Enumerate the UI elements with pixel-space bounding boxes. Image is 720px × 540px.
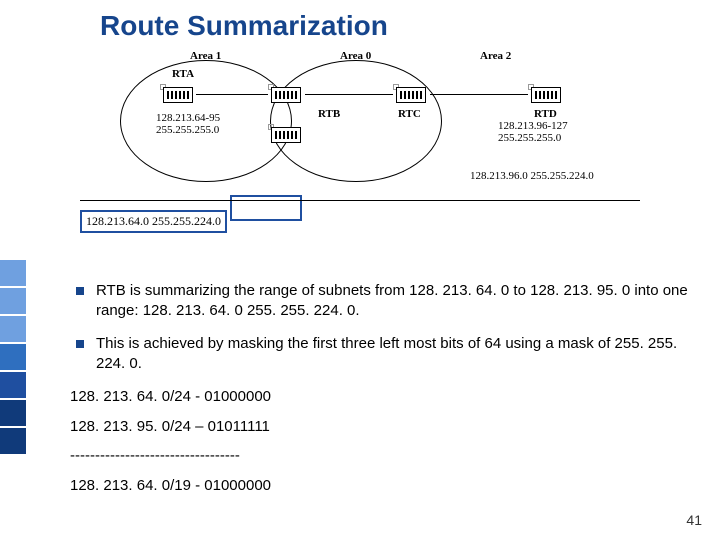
router-c-net [393, 84, 399, 90]
router-icon [531, 87, 561, 103]
router-b-net2 [268, 124, 274, 130]
router-a-subnets: 128.213.64-95 255.255.255.0 [156, 112, 220, 136]
slide-title: Route Summarization [100, 10, 388, 42]
router-icon [271, 87, 301, 103]
baseline [80, 200, 640, 201]
calc-line-2: 128. 213. 95. 0/24 – 01011111 [70, 417, 690, 437]
area-0-boundary [270, 60, 442, 182]
empty-highlight-box [230, 195, 302, 221]
summary-left-box: 128.213.64.0 255.255.224.0 [80, 210, 227, 233]
calc-line-1: 128. 213. 64. 0/24 - 01000000 [70, 387, 690, 407]
link [430, 94, 528, 95]
bullet-1: RTB is summarizing the range of subnets … [70, 281, 690, 320]
summary-right: 128.213.96.0 255.255.224.0 [470, 170, 594, 182]
slide-body: RTB is summarizing the range of subnets … [70, 275, 690, 497]
router-b-net [268, 84, 274, 90]
router-icon [271, 127, 301, 143]
slide-root: Route Summarization Area 1 Area 0 Area 2… [0, 0, 720, 540]
router-d-net [528, 84, 534, 90]
router-icon [396, 87, 426, 103]
area-1-label: Area 1 [190, 50, 221, 62]
area-2-label: Area 2 [480, 50, 511, 62]
link [305, 94, 393, 95]
area-0-label: Area 0 [340, 50, 371, 62]
router-c-label: RTC [398, 108, 421, 120]
decorative-sidebar [0, 260, 32, 456]
router-icon [163, 87, 193, 103]
bullet-2: This is achieved by masking the first th… [70, 334, 690, 373]
router-b-label: RTB [318, 108, 340, 120]
router-a-label: RTA [172, 68, 194, 80]
router-d-subnets: 128.213.96-127 255.255.255.0 [498, 120, 568, 144]
calc-line-3: 128. 213. 64. 0/19 - 01000000 [70, 476, 690, 496]
network-diagram: Area 1 Area 0 Area 2 RTA RTB RTC RTD 128… [100, 50, 660, 250]
link [196, 94, 268, 95]
router-a-net [160, 84, 166, 90]
page-number: 41 [686, 512, 702, 528]
router-d-label: RTD [534, 108, 557, 120]
calc-separator: ---------------------------------- [70, 446, 690, 466]
